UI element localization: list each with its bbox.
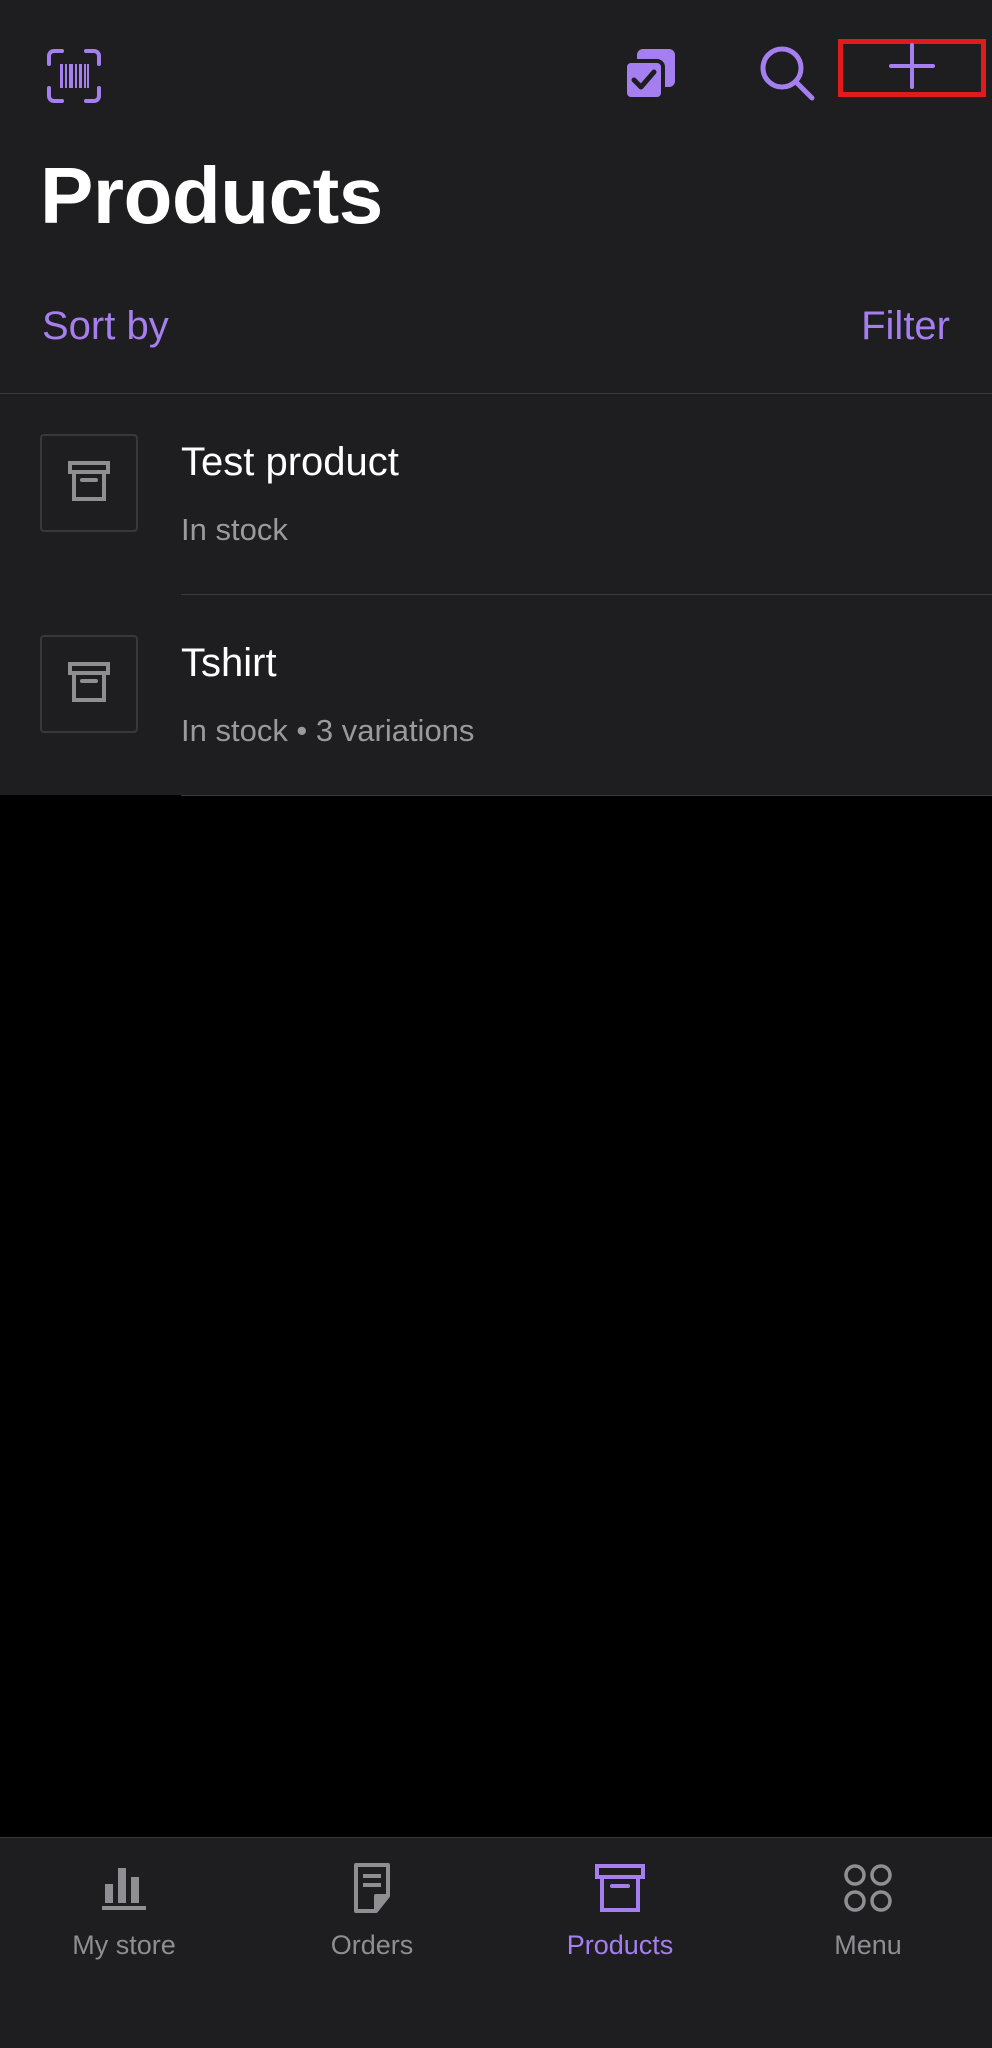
bar-chart-icon: [100, 1864, 148, 1917]
archive-box-icon: [66, 458, 112, 509]
product-name: Test product: [181, 440, 399, 484]
bulk-edit-button[interactable]: [618, 44, 682, 108]
product-stock-status: In stock • 3 variations: [181, 713, 475, 748]
product-name: Tshirt: [181, 641, 277, 685]
four-circles-icon: [842, 1862, 894, 1919]
tab-label: My store: [72, 1930, 176, 1960]
tab-my-store[interactable]: My store: [0, 1838, 248, 1978]
tab-label: Products: [566, 1930, 674, 1960]
product-thumbnail: [40, 635, 138, 733]
add-product-button[interactable]: [838, 39, 986, 97]
filter-button[interactable]: Filter: [861, 304, 950, 349]
row-divider: [181, 795, 992, 796]
barcode-scan-icon: [46, 48, 102, 109]
product-row-tshirt[interactable]: Tshirt In stock • 3 variations: [0, 595, 992, 796]
content-area: Products Sort by Filter Test product In …: [0, 0, 992, 796]
archive-box-icon: [66, 659, 112, 710]
page-title: Products: [40, 151, 383, 240]
tab-menu[interactable]: Menu: [744, 1838, 992, 1978]
tab-orders[interactable]: Orders: [248, 1838, 496, 1978]
archive-box-icon: [594, 1862, 646, 1919]
sort-by-button[interactable]: Sort by: [42, 304, 169, 349]
document-icon: [348, 1862, 396, 1919]
search-button[interactable]: [752, 40, 822, 110]
products-screen: Products Sort by Filter Test product In …: [0, 0, 992, 2048]
product-thumbnail: [40, 434, 138, 532]
tab-label: Orders: [330, 1930, 414, 1960]
bulk-edit-checkbox-icon: [623, 47, 677, 106]
barcode-scan-button[interactable]: [40, 44, 108, 112]
product-row-test-product[interactable]: Test product In stock: [0, 394, 992, 595]
bottom-tab-bar: My store Orders Products Menu: [0, 1837, 992, 2048]
search-icon: [758, 44, 816, 107]
product-stock-status: In stock: [181, 512, 288, 547]
tab-products[interactable]: Products: [496, 1838, 744, 1978]
tab-label: Menu: [834, 1930, 902, 1960]
plus-icon: [888, 42, 936, 95]
